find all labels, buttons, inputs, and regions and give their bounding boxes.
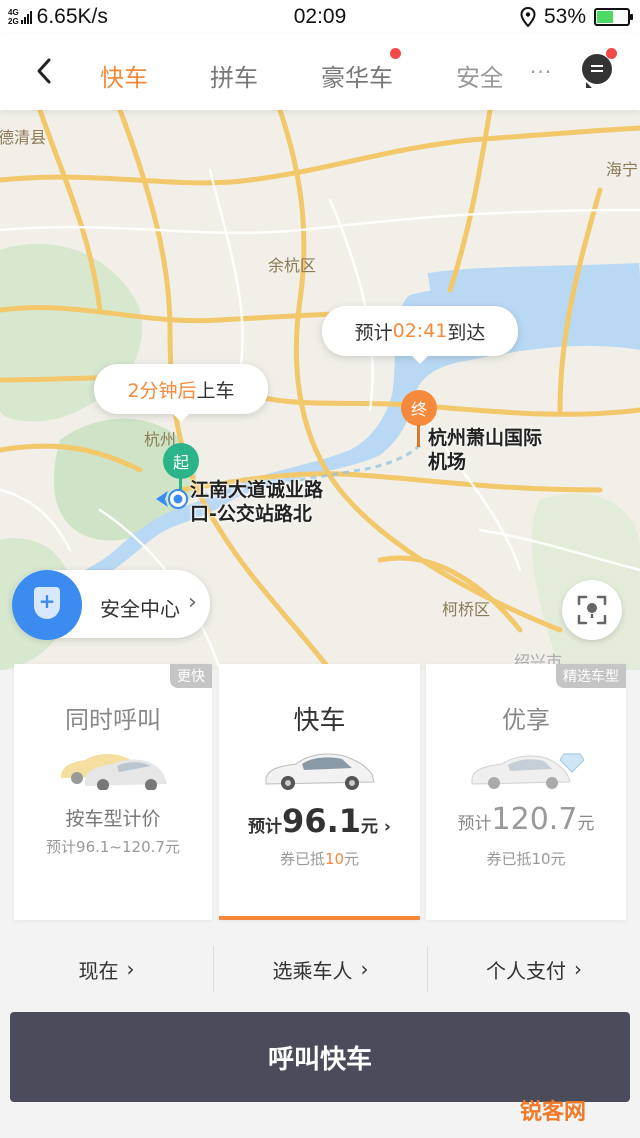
price-value: 96.1	[282, 802, 361, 840]
coupon-prefix: 券已抵	[486, 850, 532, 868]
passenger-option-label: 选乘车人	[272, 958, 353, 983]
price-value: 120.7	[491, 802, 578, 837]
price-unit: 元	[361, 817, 378, 837]
tab-carpool[interactable]: 拼车	[210, 58, 258, 93]
card-title: 优享	[502, 706, 550, 734]
message-new-dot	[606, 48, 617, 59]
passenger-option[interactable]: 选乘车人 ›	[214, 936, 427, 1002]
coupon-unit: 元	[344, 850, 360, 868]
status-right: 53%	[520, 5, 633, 29]
card-premium[interactable]: 精选车型 优享 预计120.7元 券已抵10元	[426, 664, 626, 920]
pickup-time-suffix: 上车	[196, 379, 235, 402]
map-label-deqing: 德清县	[0, 128, 47, 147]
pickup-time-bubble: 2分钟后 上车	[94, 364, 268, 422]
shield-plus-icon	[34, 587, 60, 619]
price-line: 预计120.7元	[426, 802, 626, 837]
coupon-amount: 10	[324, 850, 345, 868]
eta-bubble: 预计 02:41 到达	[322, 306, 518, 364]
cars-icon	[61, 753, 167, 790]
status-bar: 4G 2G 6.65K/s 02:09 53%	[0, 0, 640, 34]
battery-icon	[594, 8, 633, 26]
card-badge: 精选车型	[556, 664, 626, 688]
end-place-line1: 杭州萧山国际	[428, 427, 543, 449]
coupon-line: 券已抵10元	[426, 848, 626, 869]
payment-option-label: 个人支付	[486, 958, 566, 983]
price-unit: 元	[577, 814, 595, 834]
end-place-line2: 机场	[428, 451, 467, 473]
start-place-line1: 江南大道诚业路	[190, 479, 324, 501]
eta-time: 02:41	[392, 320, 448, 342]
coupon-line: 券已抵10元	[219, 848, 420, 869]
end-pin[interactable]: 终	[401, 390, 437, 426]
card-title: 同时呼叫	[65, 706, 161, 734]
map-label-haining: 海宁	[606, 160, 639, 179]
back-arrow-icon[interactable]	[30, 56, 60, 86]
time-option[interactable]: 现在 ›	[0, 936, 213, 1002]
premium-car-icon	[471, 753, 584, 789]
chevron-right-icon: ›	[574, 957, 582, 981]
tab-express[interactable]: 快车	[100, 58, 148, 93]
time-option-label: 现在	[78, 958, 119, 983]
end-place: 杭州萧山国际 机场	[428, 426, 542, 474]
end-pin-stem	[417, 425, 420, 447]
tab-luxury[interactable]: 豪华车	[321, 58, 393, 93]
location-icon	[520, 7, 536, 27]
message-icon[interactable]	[582, 54, 612, 88]
call-express-button[interactable]: 呼叫快车	[10, 1012, 630, 1102]
price-prefix: 预计	[248, 817, 283, 837]
map-label-keqiao: 柯桥区	[442, 600, 491, 619]
map-label-yuhang: 余杭区	[268, 256, 317, 275]
shield-circle	[12, 570, 82, 640]
chevron-right-icon: ›	[126, 957, 135, 981]
battery-fill	[597, 11, 613, 23]
card-simultaneous-call[interactable]: 更快 同时呼叫 按车型计价 预计96.1~120.7元	[14, 664, 212, 920]
ride-type-cards: 更快 同时呼叫 按车型计价 预计96.1~120.7元 快车 预计96.1元 ›…	[0, 664, 640, 920]
battery-percent: 53%	[543, 5, 586, 28]
chevron-right-icon: ›	[188, 590, 197, 615]
card-pricing-note: 按车型计价	[65, 808, 161, 830]
eta-prefix: 预计	[354, 321, 393, 344]
card-express[interactable]: 快车 预计96.1元 › 券已抵10元	[219, 664, 420, 920]
start-place: 江南大道诚业路 口-公交站路北	[190, 478, 323, 526]
price-line: 预计96.1元 ›	[219, 802, 420, 840]
pickup-time-highlight: 2分钟后	[127, 379, 197, 402]
tab-safety[interactable]: 安全	[456, 58, 502, 93]
more-tabs-icon[interactable]: ···	[530, 60, 552, 84]
card-badge: 更快	[170, 664, 212, 688]
car-icon	[265, 753, 375, 790]
coupon-amount: 10	[531, 850, 551, 868]
price-prefix: 预计	[457, 814, 492, 834]
locate-button[interactable]	[562, 580, 622, 640]
coupon-prefix: 券已抵	[279, 850, 325, 868]
luxury-new-dot	[390, 48, 401, 59]
eta-suffix: 到达	[447, 321, 486, 344]
safety-center-label: 安全中心	[100, 597, 180, 621]
chevron-right-icon: ›	[383, 817, 391, 837]
start-pin[interactable]: 起	[163, 443, 199, 479]
coupon-unit: 元	[550, 850, 566, 868]
safety-center-button[interactable]: 安全中心 ›	[12, 570, 210, 640]
selected-indicator	[219, 916, 420, 920]
options-row: 现在 › 选乘车人 › 个人支付 ›	[0, 936, 640, 1002]
payment-option[interactable]: 个人支付 ›	[428, 936, 640, 1002]
start-place-line2: 口-公交站路北	[190, 503, 312, 525]
locate-target-icon	[577, 595, 607, 625]
top-nav: 快车 拼车 豪华车 安全 ···	[0, 34, 640, 110]
chevron-right-icon: ›	[360, 957, 369, 981]
card-title: 快车	[293, 706, 346, 736]
card-price-range: 预计96.1~120.7元	[46, 838, 180, 856]
watermark: 锐客网	[520, 1100, 587, 1125]
